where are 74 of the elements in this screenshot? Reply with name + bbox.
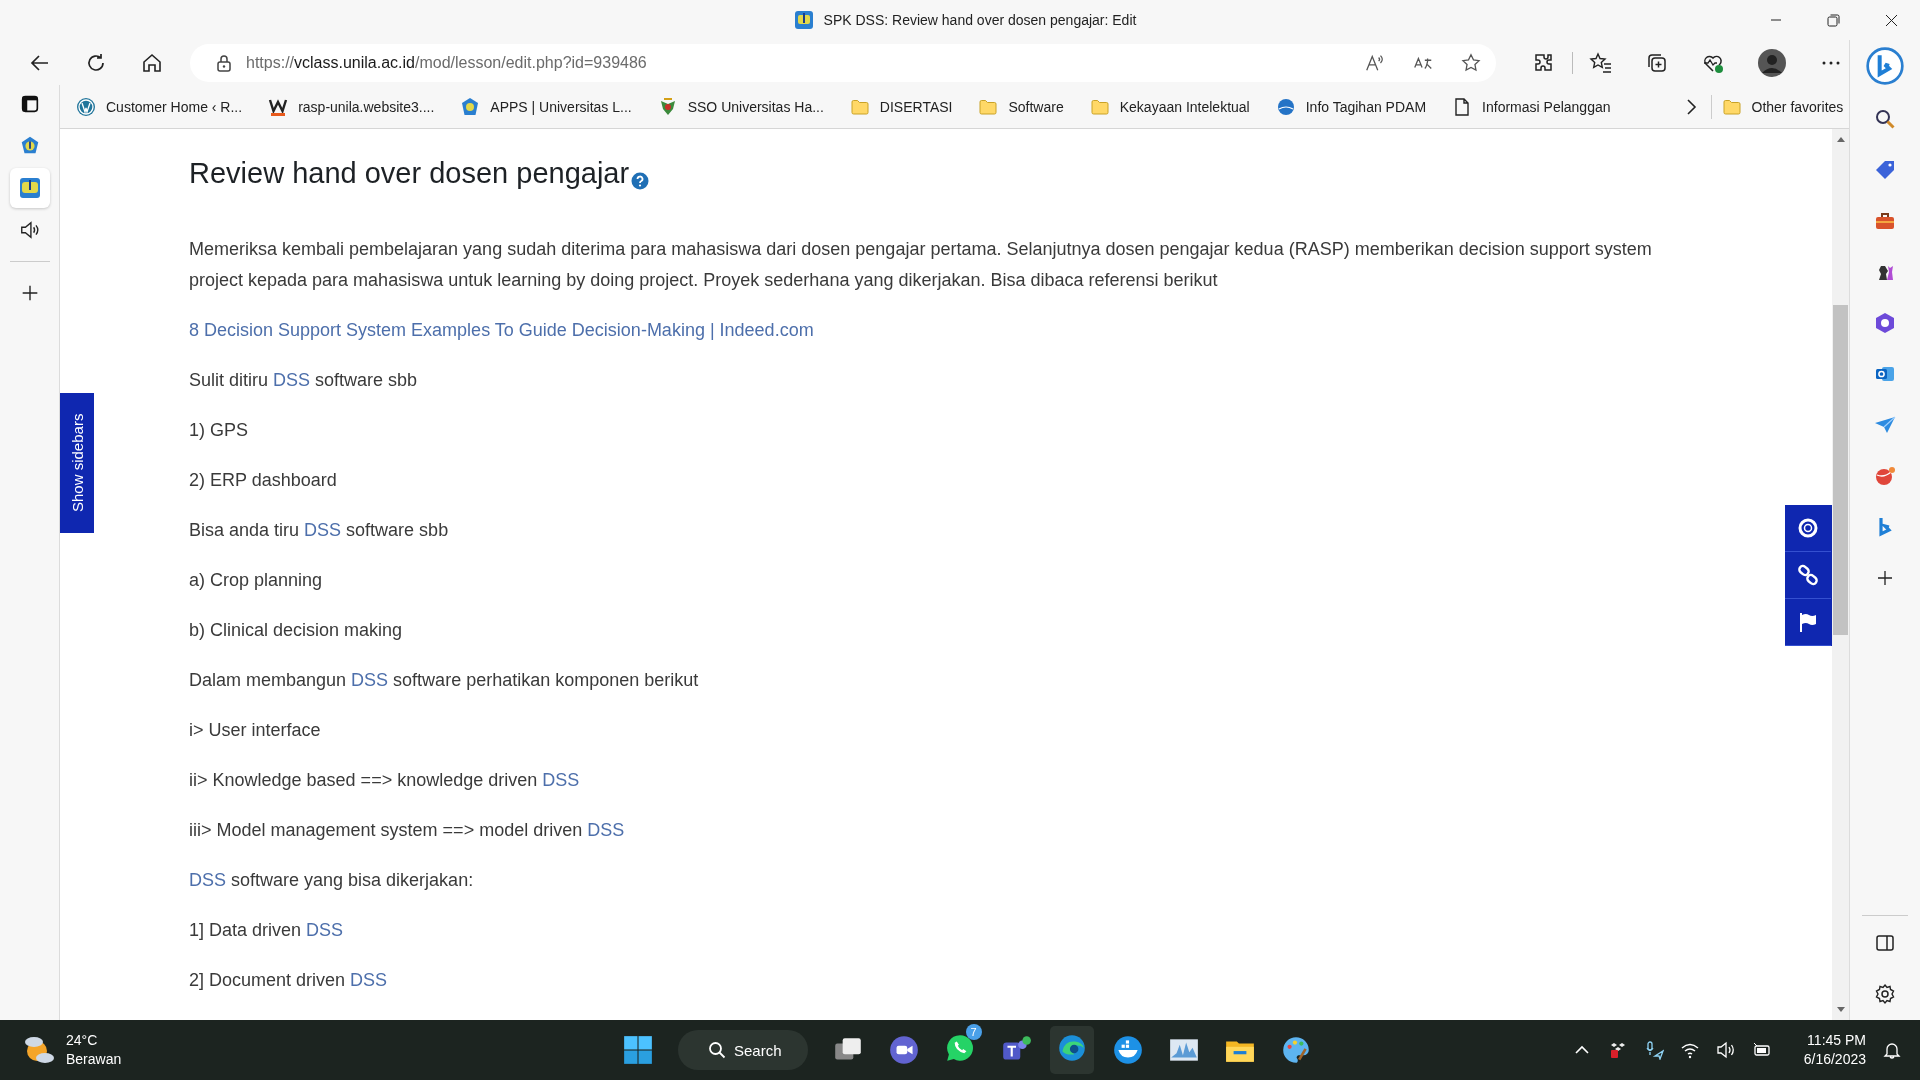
paragraph: b) Clinical decision making xyxy=(189,619,404,642)
bookmark-item[interactable]: Kekayaan Intelektual xyxy=(1089,96,1250,117)
paragraph: a) Crop planning xyxy=(189,569,324,592)
paragraph: Bisa anda tiru DSS software sbb xyxy=(189,519,450,542)
paragraph: 1] Data driven DSS xyxy=(189,919,345,942)
close-icon[interactable] xyxy=(1885,13,1898,27)
speaker-icon[interactable] xyxy=(18,219,41,241)
link[interactable]: DSS xyxy=(542,770,580,790)
link[interactable]: 8 Decision Support System Examples To Guide Decision-Making | Indeed.com xyxy=(189,320,814,340)
avatar-icon[interactable] xyxy=(1757,47,1788,78)
clock-time[interactable]: 11:45 PM xyxy=(1807,1031,1866,1050)
url-text: https://vclass.unila.ac.id/mod/lesson/edit.php?id=939486 xyxy=(246,53,648,72)
help-icon[interactable] xyxy=(631,172,650,190)
globe-icon xyxy=(1275,96,1296,117)
paragraph: iii> Model management system ==> model driven DSS xyxy=(189,819,626,842)
lock-icon xyxy=(216,53,232,72)
scroll-down-icon[interactable] xyxy=(1835,1006,1846,1014)
active-taskbar-tile[interactable] xyxy=(1049,1026,1094,1074)
bookmark-item[interactable]: Info Tagihan PDAM xyxy=(1275,96,1427,117)
show-sidebars-button[interactable]: Show sidebars xyxy=(60,393,94,533)
copilot-icon[interactable] xyxy=(1873,311,1897,335)
other-favorites-item[interactable]: Other favorites xyxy=(1721,96,1844,117)
paragraph: DSS software yang bisa dikerjakan: xyxy=(189,869,475,892)
bookmark-item[interactable]: SSO Universitas Ha... xyxy=(657,96,824,117)
site-favicon-icon xyxy=(793,10,814,30)
address-bar[interactable]: https://vclass.unila.ac.id/mod/lesson/edit.php?id=939486 xyxy=(190,43,1497,82)
clock-date[interactable]: 6/16/2023 xyxy=(1803,1050,1866,1069)
paragraph: 2) ERP dashboard xyxy=(189,469,338,492)
whale-icon[interactable] xyxy=(1111,1034,1144,1066)
favorites-icon[interactable] xyxy=(1589,50,1614,75)
link[interactable]: DSS xyxy=(351,670,389,690)
paragraph: 1) GPS xyxy=(189,419,250,442)
paragraph: i> User interface xyxy=(189,719,322,742)
paragraph: Dalam membangun DSS software perhatikan komponen berikut xyxy=(189,669,700,692)
taskbar-search-button[interactable]: Search xyxy=(678,1030,808,1070)
bookmark-item[interactable]: Customer Home ‹ R... xyxy=(76,96,243,117)
scrollbar[interactable] xyxy=(1832,129,1850,1020)
star-icon[interactable] xyxy=(1460,51,1483,74)
link[interactable]: DSS xyxy=(350,970,388,990)
page-heading: Review hand over dosen pengajar xyxy=(189,157,630,190)
search-icon[interactable] xyxy=(1873,107,1897,131)
link[interactable]: DSS xyxy=(304,520,342,540)
scroll-thumb[interactable] xyxy=(1833,305,1849,635)
link[interactable]: DSS xyxy=(189,870,226,890)
bookmark-item[interactable]: APPS | Universitas L... xyxy=(460,96,632,117)
windows-start-icon[interactable] xyxy=(622,1034,654,1066)
notification-badge: 7 xyxy=(965,1024,982,1040)
bookmark-item[interactable]: Software xyxy=(978,96,1064,117)
ball-icon[interactable] xyxy=(1873,464,1897,488)
bookmark-item[interactable]: rasp-unila.website3.... xyxy=(268,96,435,117)
wordpress-icon xyxy=(76,96,96,117)
bookmark-item[interactable]: DISERTASI xyxy=(849,96,953,117)
link[interactable]: DSS xyxy=(306,920,344,940)
bing-icon[interactable] xyxy=(1865,46,1905,86)
bookmark-item[interactable]: Informasi Pelanggan xyxy=(1452,96,1611,117)
notification-bell-icon[interactable] xyxy=(1882,1040,1902,1060)
window-title: SPK DSS: Review hand over dosen pengajar: Edit xyxy=(823,12,1137,28)
volume-icon[interactable] xyxy=(1715,1040,1736,1060)
scroll-up-icon[interactable] xyxy=(1835,135,1846,143)
link[interactable]: DSS xyxy=(273,370,311,390)
restore-icon[interactable] xyxy=(1827,13,1840,27)
search-icon xyxy=(708,1041,726,1059)
emblem-icon xyxy=(460,96,481,117)
paragraph: Sulit ditiru DSS software sbb xyxy=(189,369,419,392)
settings-icon[interactable] xyxy=(1873,982,1897,1006)
emblem-icon xyxy=(18,177,41,199)
paragraph: Memeriksa kembali pembelajaran yang sudah diterima para mahasiswa dari dosen pengajar pertama. Selanjutnya dosen pengajar kedua (RASP) memberikan decision support system project kepada para mahasiswa untuk learning by doing project. Proyek sederhana yang dikerjakan. Bisa dibaca referensi berikut xyxy=(189,238,1653,292)
active-app-tile[interactable] xyxy=(9,168,50,208)
paragraph: 2] Document driven DSS xyxy=(189,969,389,992)
link[interactable]: DSS xyxy=(587,820,625,840)
video-chat-icon[interactable] xyxy=(887,1034,920,1066)
paragraph: ii> Knowledge based ==> knowledge driven DSS xyxy=(189,769,581,792)
weather-condition: Berawan xyxy=(66,1050,122,1069)
temperature: 24°C xyxy=(66,1031,99,1050)
